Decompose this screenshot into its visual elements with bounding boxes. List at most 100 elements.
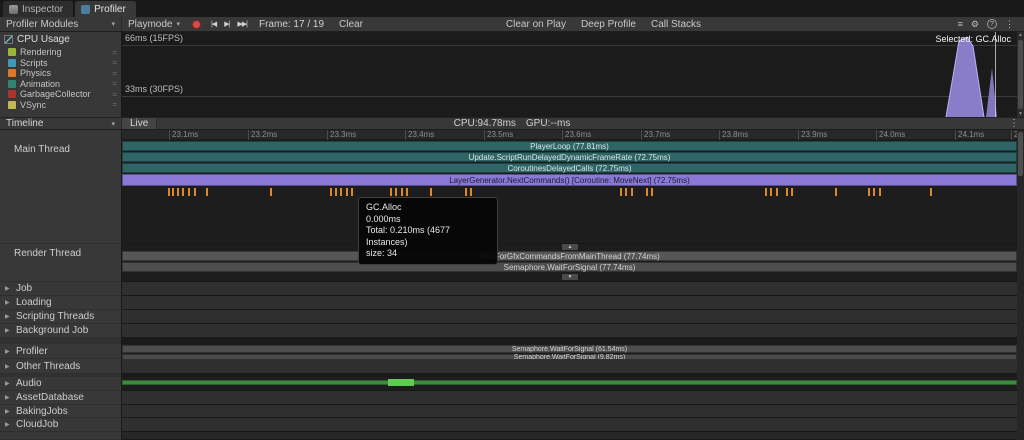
record-button[interactable] xyxy=(192,20,201,29)
timeline-scroll-thumb[interactable] xyxy=(1018,132,1023,176)
cloudjob-lane[interactable] xyxy=(122,418,1017,432)
main-thread-lane[interactable]: PlayerLoop (77.81ms) Update.ScriptRunDel… xyxy=(122,140,1017,244)
gc-alloc-marker[interactable] xyxy=(177,188,179,196)
gc-alloc-marker[interactable] xyxy=(835,188,837,196)
gc-alloc-marker[interactable] xyxy=(406,188,408,196)
timeline-bar-update-script[interactable]: Update.ScriptRunDelayedDynamicFrameRate … xyxy=(122,152,1017,162)
gc-alloc-marker[interactable] xyxy=(340,188,342,196)
legend-item-garbagecollector[interactable]: GarbageCollector = xyxy=(0,89,121,100)
profiler-modules-dropdown[interactable]: Profiler Modules ▾ xyxy=(0,17,122,31)
expand-arrow-icon[interactable]: ▶ xyxy=(5,348,13,355)
thread-label-render-thread[interactable]: Render Thread xyxy=(0,244,122,282)
gc-alloc-marker[interactable] xyxy=(351,188,353,196)
gc-alloc-marker[interactable] xyxy=(465,188,467,196)
tab-inspector[interactable]: Inspector xyxy=(3,1,73,17)
next-frame-button[interactable]: ▶| xyxy=(220,20,233,28)
clear-button[interactable]: Clear xyxy=(332,17,371,31)
audio-activity-bar[interactable] xyxy=(122,380,1017,385)
timeline-bar-playerloop[interactable]: PlayerLoop (77.81ms) xyxy=(122,141,1017,151)
call-stacks-button[interactable]: Call Stacks xyxy=(644,17,709,31)
expand-arrow-icon[interactable]: ▶ xyxy=(5,394,13,401)
expand-arrow-icon[interactable]: ▶ xyxy=(5,408,13,415)
thread-label-scripting-threads[interactable]: ▶ Scripting Threads xyxy=(0,310,122,324)
chart-scroll-thumb[interactable] xyxy=(1018,40,1023,109)
collapse-down-icon[interactable]: ▼ xyxy=(562,274,578,280)
thread-label-bakingjobs[interactable]: ▶ BakingJobs xyxy=(0,405,122,418)
scripting-threads-lane[interactable] xyxy=(122,310,1017,324)
clear-on-play-button[interactable]: Clear on Play xyxy=(499,17,574,31)
gc-alloc-marker[interactable] xyxy=(168,188,170,196)
collapse-up-icon[interactable]: ▲ xyxy=(562,244,578,250)
gc-alloc-marker[interactable] xyxy=(335,188,337,196)
gc-alloc-marker[interactable] xyxy=(182,188,184,196)
timeline-bar-semaphore-wait[interactable]: Semaphore.WaitForSignal (77.74ms) xyxy=(122,262,1017,272)
expand-arrow-icon[interactable]: ▶ xyxy=(5,285,13,292)
audio-activity-highlight[interactable] xyxy=(388,379,414,386)
profiler-lane[interactable]: Semaphore.WaitForSignal (61.54ms) Semaph… xyxy=(122,344,1017,359)
gc-alloc-marker[interactable] xyxy=(625,188,627,196)
gc-alloc-marker[interactable] xyxy=(346,188,348,196)
thread-label-audio[interactable]: ▶ Audio xyxy=(0,377,122,391)
gc-alloc-marker[interactable] xyxy=(786,188,788,196)
expand-arrow-icon[interactable]: ▶ xyxy=(5,313,13,320)
timeline-bar-profiler-semaphore-1[interactable]: Semaphore.WaitForSignal (61.54ms) xyxy=(122,345,1017,353)
gc-alloc-marker[interactable] xyxy=(791,188,793,196)
legend-item-animation[interactable]: Animation = xyxy=(0,79,121,90)
gc-alloc-marker[interactable] xyxy=(172,188,174,196)
expand-arrow-icon[interactable]: ▶ xyxy=(5,299,13,306)
timeline-bar-coroutines[interactable]: CoroutinesDelayedCalls (72.75ms) xyxy=(122,163,1017,173)
expand-arrow-icon[interactable]: ▶ xyxy=(5,327,13,334)
playmode-dropdown[interactable]: Playmode ▾ xyxy=(122,17,186,31)
gc-alloc-marker[interactable] xyxy=(330,188,332,196)
deep-profile-button[interactable]: Deep Profile xyxy=(574,17,644,31)
timeline-menu-icon[interactable]: ⋮ xyxy=(1004,118,1024,129)
drag-handle-icon[interactable]: = xyxy=(112,90,117,99)
toolbar-menu-icon[interactable]: ⋮ xyxy=(1005,19,1014,30)
loading-lane[interactable] xyxy=(122,296,1017,310)
time-ruler-ticks[interactable]: 23.1ms23.2ms23.3ms23.4ms23.5ms23.6ms23.7… xyxy=(122,130,1017,140)
gc-alloc-marker[interactable] xyxy=(620,188,622,196)
legend-item-rendering[interactable]: Rendering = xyxy=(0,47,121,58)
thread-label-cloudjob[interactable]: ▶ CloudJob xyxy=(0,418,122,432)
legend-item-physics[interactable]: Physics = xyxy=(0,68,121,79)
assetdatabase-lane[interactable] xyxy=(122,391,1017,405)
gc-alloc-marker[interactable] xyxy=(401,188,403,196)
gc-alloc-marker[interactable] xyxy=(430,188,432,196)
scroll-up-icon[interactable]: ▲ xyxy=(1018,32,1023,38)
timeline-bar-layergenerator[interactable]: LayerGenerator.NextCommands() [Coroutine… xyxy=(122,174,1017,186)
gc-alloc-marker[interactable] xyxy=(188,188,190,196)
gc-alloc-marker[interactable] xyxy=(390,188,392,196)
list-icon[interactable]: ≡ xyxy=(958,19,963,30)
chart-scrollbar[interactable]: ▲ ▼ xyxy=(1017,32,1024,117)
gc-alloc-marker[interactable] xyxy=(770,188,772,196)
expand-arrow-icon[interactable]: ▶ xyxy=(5,363,13,370)
gc-alloc-marker[interactable] xyxy=(194,188,196,196)
job-lane[interactable] xyxy=(122,282,1017,296)
expand-arrow-icon[interactable]: ▶ xyxy=(5,380,13,387)
scroll-down-icon[interactable]: ▼ xyxy=(1018,111,1023,117)
gc-alloc-marker[interactable] xyxy=(470,188,472,196)
gc-alloc-marker[interactable] xyxy=(765,188,767,196)
drag-handle-icon[interactable]: = xyxy=(112,58,117,67)
thread-label-other-threads[interactable]: ▶ Other Threads xyxy=(0,359,122,374)
timeline-scrollbar[interactable] xyxy=(1017,130,1024,440)
drag-handle-icon[interactable]: = xyxy=(112,79,117,88)
legend-item-vsync[interactable]: VSync = xyxy=(0,100,121,111)
gc-alloc-marker[interactable] xyxy=(879,188,881,196)
drag-handle-icon[interactable]: = xyxy=(112,48,117,57)
cpu-usage-chart[interactable]: 66ms (15FPS) 33ms (30FPS) Selected: GC.A… xyxy=(122,32,1024,117)
gc-alloc-marker[interactable] xyxy=(651,188,653,196)
gear-icon[interactable]: ⚙ xyxy=(971,19,979,30)
gc-alloc-marker[interactable] xyxy=(930,188,932,196)
prev-frame-button[interactable]: |◀ xyxy=(207,20,220,28)
expand-arrow-icon[interactable]: ▶ xyxy=(5,421,13,428)
render-thread-lane[interactable]: ▲ WaitForGfxCommandsFromMainThread (77.7… xyxy=(122,244,1017,282)
gc-alloc-marker[interactable] xyxy=(873,188,875,196)
gc-alloc-marker[interactable] xyxy=(646,188,648,196)
background-job-lane[interactable] xyxy=(122,324,1017,338)
gc-alloc-marker[interactable] xyxy=(868,188,870,196)
gc-alloc-marker[interactable] xyxy=(206,188,208,196)
cpu-usage-header[interactable]: CPU Usage xyxy=(0,33,121,47)
gc-alloc-marker[interactable] xyxy=(776,188,778,196)
audio-lane[interactable] xyxy=(122,377,1017,391)
